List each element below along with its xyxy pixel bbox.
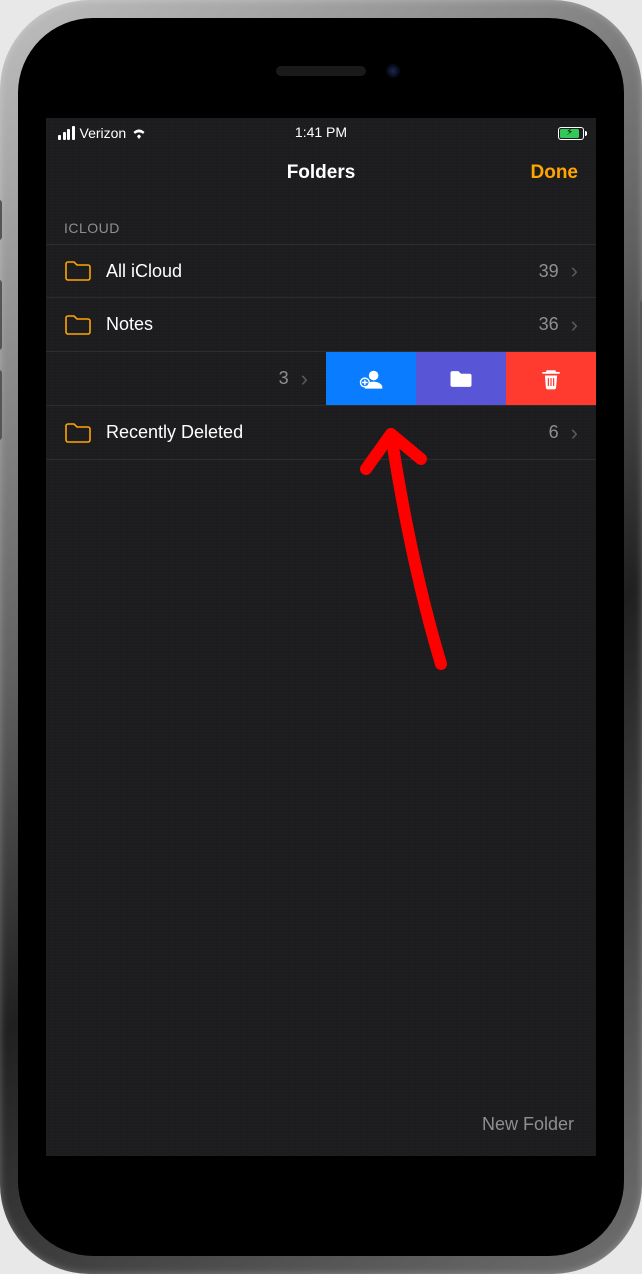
section-header-icloud: ICLOUD xyxy=(46,198,596,244)
status-bar: Verizon 1:41 PM ⚡︎ xyxy=(46,118,596,148)
folder-label: Notes xyxy=(106,314,539,335)
new-folder-button[interactable]: New Folder xyxy=(482,1114,574,1135)
swiped-row-content[interactable]: 3 › xyxy=(46,352,326,405)
share-folder-button[interactable] xyxy=(326,352,416,405)
delete-folder-button[interactable] xyxy=(506,352,596,405)
folder-icon xyxy=(64,260,92,282)
folder-label: All iCloud xyxy=(106,261,539,282)
screen: Verizon 1:41 PM ⚡︎ Folders Done ICLOU xyxy=(46,118,596,1156)
folder-count: 3 xyxy=(279,368,289,389)
swipe-actions xyxy=(326,352,596,405)
folder-row-notes[interactable]: Notes 36 › xyxy=(46,298,596,352)
toolbar: New Folder xyxy=(46,1100,596,1156)
volume-down-button xyxy=(0,370,2,440)
folder-count: 6 xyxy=(549,422,559,443)
folder-icon xyxy=(447,365,475,393)
folder-row-recently-deleted[interactable]: Recently Deleted 6 › xyxy=(46,406,596,460)
phone-bezel: Verizon 1:41 PM ⚡︎ Folders Done ICLOU xyxy=(18,18,624,1256)
cellular-signal-icon xyxy=(58,126,75,140)
move-folder-button[interactable] xyxy=(416,352,506,405)
status-left: Verizon xyxy=(58,125,147,141)
chevron-right-icon: › xyxy=(571,312,578,338)
phone-frame: Verizon 1:41 PM ⚡︎ Folders Done ICLOU xyxy=(0,0,642,1274)
folder-icon xyxy=(64,422,92,444)
mute-switch xyxy=(0,200,2,240)
folder-count: 36 xyxy=(539,314,559,335)
charging-bolt-icon: ⚡︎ xyxy=(566,128,573,138)
folder-label: Recently Deleted xyxy=(106,422,549,443)
folder-row-swiped[interactable]: 3 › xyxy=(46,352,596,406)
status-right: ⚡︎ xyxy=(558,127,584,140)
battery-icon: ⚡︎ xyxy=(558,127,584,140)
chevron-right-icon: › xyxy=(571,258,578,284)
page-title: Folders xyxy=(287,162,356,184)
folder-icon xyxy=(64,314,92,336)
wifi-icon xyxy=(131,127,147,139)
carrier-label: Verizon xyxy=(80,125,127,141)
folder-count: 39 xyxy=(539,261,559,282)
front-camera xyxy=(386,64,400,78)
nav-header: Folders Done xyxy=(46,148,596,198)
phone-speaker xyxy=(276,66,366,76)
volume-up-button xyxy=(0,280,2,350)
chevron-right-icon: › xyxy=(571,420,578,446)
folder-row-all-icloud[interactable]: All iCloud 39 › xyxy=(46,244,596,298)
folder-list: All iCloud 39 › Notes 36 › 3 xyxy=(46,244,596,460)
chevron-right-icon: › xyxy=(301,366,308,392)
done-button[interactable]: Done xyxy=(531,148,579,198)
person-add-icon xyxy=(357,365,385,393)
trash-icon xyxy=(537,365,565,393)
